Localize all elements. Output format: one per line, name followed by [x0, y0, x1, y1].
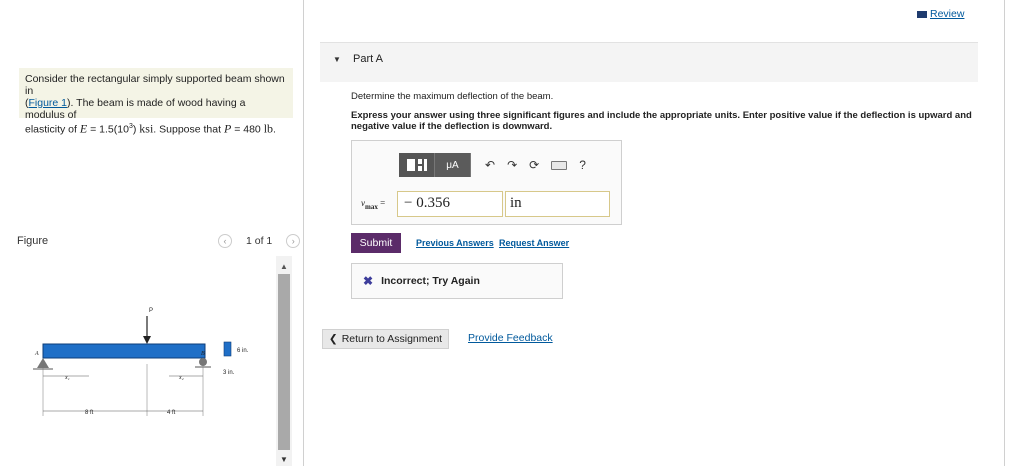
figure-scrollbar[interactable]: ▲ ▼ — [276, 256, 292, 466]
right-edge-divider — [1004, 0, 1005, 466]
variable-label: vmax = — [361, 198, 386, 211]
dim-4ft: 4 ft — [167, 410, 176, 416]
template-icon[interactable] — [399, 153, 435, 177]
reset-icon[interactable]: ⟳ — [529, 158, 539, 172]
support-a-label: A — [34, 351, 39, 357]
feedback-text: Incorrect; Try Again — [381, 275, 480, 287]
answer-box: μA ↶ ↷ ⟳ ? vmax = − 0.356 in — [351, 140, 622, 225]
figure-link[interactable]: Figure 1 — [29, 97, 68, 109]
beam — [42, 343, 206, 359]
part-title: Part A — [353, 53, 383, 65]
request-answer-link[interactable]: Request Answer — [499, 238, 569, 248]
problem-line-1: Consider the rectangular simply supporte… — [25, 73, 285, 97]
redo-icon[interactable]: ↷ — [507, 158, 517, 172]
support-b-label: B — [201, 351, 205, 357]
previous-answers-link[interactable]: Previous Answers — [416, 238, 494, 248]
dim-8ft: 8 ft — [85, 410, 94, 416]
part-a-header[interactable]: ▼ Part A — [320, 42, 978, 82]
submit-button[interactable]: Submit — [351, 233, 401, 253]
x2-label: x₂ — [178, 375, 184, 381]
problem-line-2: (Figure 1). The beam is made of wood hav… — [25, 97, 246, 121]
review-label: Review — [930, 8, 965, 20]
load-arrowhead — [143, 336, 151, 344]
dim-3in: 3 in. — [223, 370, 235, 376]
problem-statement: Consider the rectangular simply supporte… — [19, 68, 293, 136]
help-button[interactable]: ? — [579, 158, 586, 172]
chevron-right-icon[interactable]: › — [286, 234, 301, 248]
dim-6in: 6 in. — [237, 348, 249, 354]
book-icon — [917, 10, 927, 18]
return-label: Return to Assignment — [341, 333, 443, 345]
problem-line-3: elasticity of E = 1.5(103) ksi. Suppose … — [25, 121, 276, 136]
keyboard-icon[interactable] — [551, 160, 568, 170]
panel-divider — [303, 0, 304, 466]
chevron-left-icon: ❮ — [328, 333, 338, 345]
cross-section — [223, 341, 232, 357]
feedback-box: ✖ Incorrect; Try Again — [351, 263, 563, 299]
figure-label: Figure — [17, 235, 49, 247]
question-text: Determine the maximum deflection of the … — [351, 91, 554, 102]
undo-icon[interactable]: ↶ — [485, 158, 495, 172]
scroll-down-icon[interactable]: ▼ — [280, 455, 288, 464]
x1-label: x₁ — [64, 375, 70, 381]
answer-unit-input[interactable]: in — [505, 191, 610, 217]
question-instructions: Express your answer using three signific… — [351, 110, 972, 132]
scrollbar-thumb[interactable] — [278, 274, 290, 450]
return-to-assignment-button[interactable]: ❮ Return to Assignment — [322, 329, 449, 349]
caret-down-icon[interactable]: ▼ — [333, 55, 341, 64]
load-label: P — [149, 308, 153, 314]
review-link[interactable]: Review — [917, 8, 964, 20]
answer-value-input[interactable]: − 0.356 — [397, 191, 503, 217]
figure-canvas: P A B x₁ x₂ 8 ft 4 ft 6 in. 3 in. — [17, 256, 275, 466]
provide-feedback-link[interactable]: Provide Feedback — [468, 332, 553, 344]
figure-page-text: 1 of 1 — [246, 235, 273, 247]
math-toolbar: μA ↶ ↷ ⟳ ? — [399, 153, 586, 177]
figure-pager: ‹ 1 of 1 › — [218, 234, 301, 248]
scroll-up-icon[interactable]: ▲ — [280, 262, 288, 271]
x-icon: ✖ — [363, 274, 374, 288]
beam-diagram: P A B x₁ x₂ 8 ft 4 ft 6 in. 3 in. — [33, 308, 249, 416]
units-button[interactable]: μA — [435, 153, 471, 177]
chevron-left-icon[interactable]: ‹ — [218, 234, 232, 248]
